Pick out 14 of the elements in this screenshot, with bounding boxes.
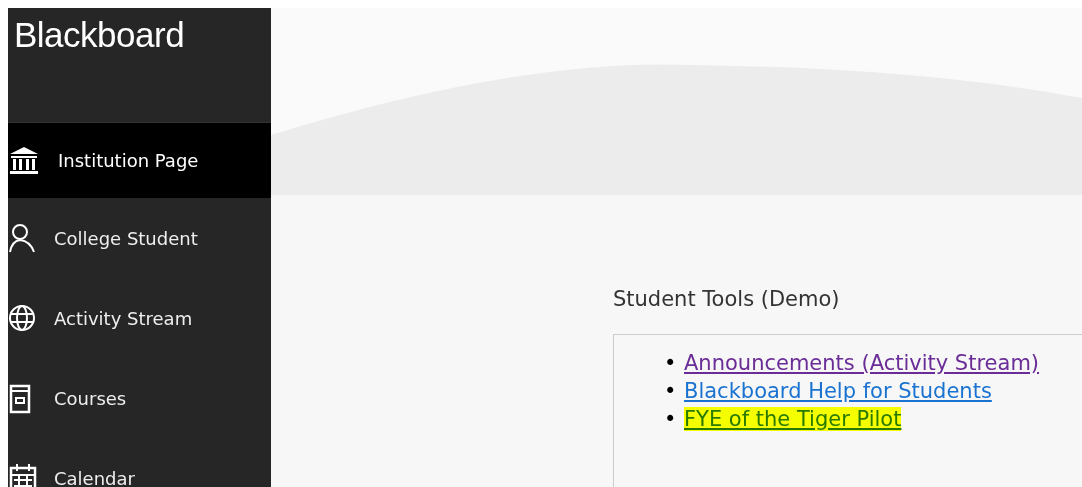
sidebar-item[interactable]: Calendar — [8, 438, 271, 487]
link[interactable]: FYE of the Tiger Pilot — [684, 406, 902, 431]
bullet: • — [664, 405, 678, 433]
bullet: • — [664, 377, 678, 405]
module-title: Student Tools (Demo) — [613, 286, 841, 313]
link[interactable]: Announcements (Activity Stream) — [684, 350, 1040, 375]
sidebar-item[interactable]: Institution Page — [8, 123, 271, 198]
sidebar-item[interactable]: College Student — [8, 198, 271, 278]
sidebar-item[interactable]: Courses — [8, 358, 271, 438]
bullet: • — [664, 349, 678, 377]
logo: Blackboard — [13, 14, 185, 56]
sidebar-item[interactable]: Activity Stream — [8, 278, 271, 358]
link[interactable]: Blackboard Help for Students — [684, 378, 992, 403]
bank-icon — [8, 144, 40, 177]
